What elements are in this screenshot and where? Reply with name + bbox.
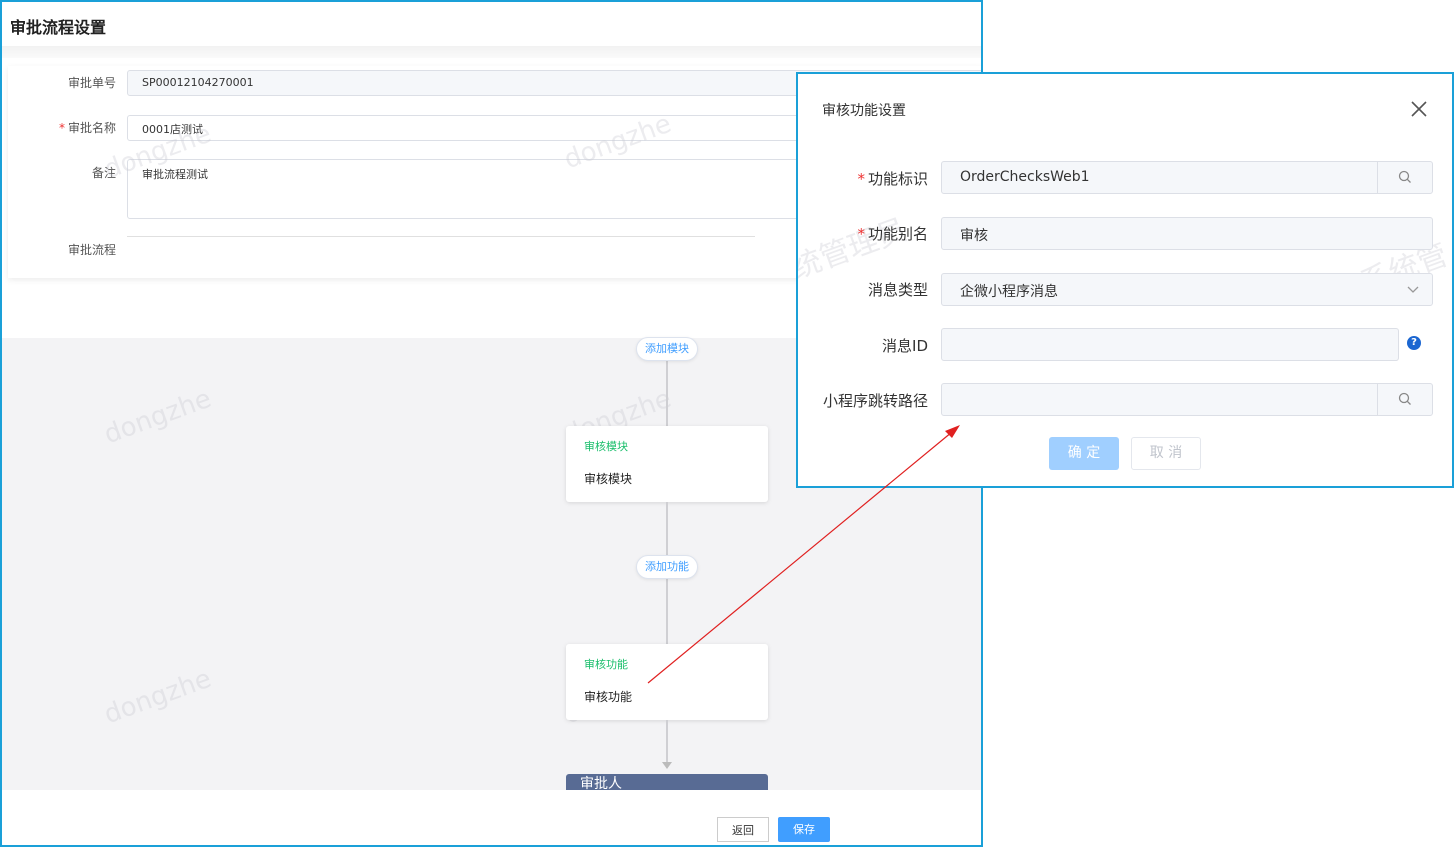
annotation-arrow [647, 425, 960, 684]
